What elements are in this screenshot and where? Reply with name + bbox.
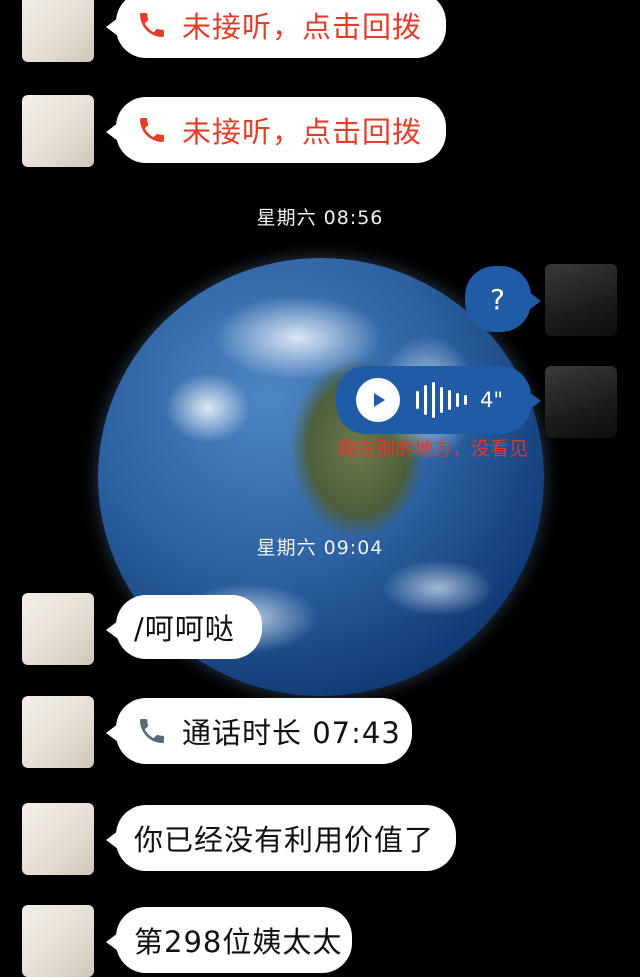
call-record-bubble[interactable]: 通话时长 07:43 (106, 698, 412, 764)
timestamp: 星期六 08:56 (256, 207, 384, 229)
phone-icon (136, 9, 168, 41)
contact-avatar[interactable] (22, 803, 94, 875)
contact-avatar[interactable] (22, 905, 94, 977)
missed-call-bubble[interactable]: 未接听，点击回拨 (106, 97, 446, 163)
question-text: ? (490, 282, 506, 316)
text-bubble[interactable]: /呵呵哒 (106, 595, 262, 659)
play-icon[interactable] (356, 378, 400, 422)
missed-call-text: 未接听，点击回拨 (182, 10, 423, 44)
message-text: 第298位姨太太 (134, 925, 343, 959)
voice-duration: 4" (480, 388, 504, 412)
waveform-icon (416, 382, 472, 418)
text-bubble[interactable]: 第298位姨太太 (106, 907, 352, 973)
message-text: /呵呵哒 (134, 612, 235, 646)
voice-message-bubble[interactable]: 4" (336, 366, 541, 434)
text-bubble[interactable]: 你已经没有利用价值了 (106, 805, 456, 871)
contact-avatar[interactable] (22, 95, 94, 167)
contact-avatar[interactable] (22, 0, 94, 62)
phone-icon (136, 114, 168, 146)
contact-avatar[interactable] (22, 593, 94, 665)
timestamp: 星期六 09:04 (256, 537, 384, 559)
my-avatar[interactable] (545, 264, 617, 336)
message-text: 你已经没有利用价值了 (134, 823, 435, 857)
voice-transcript: 刚在别的地方，没看见 (338, 438, 529, 460)
my-avatar[interactable] (545, 366, 617, 438)
phone-icon (136, 715, 168, 747)
call-duration-text: 通话时长 07:43 (182, 716, 401, 750)
missed-call-text: 未接听，点击回拨 (182, 115, 423, 149)
contact-avatar[interactable] (22, 696, 94, 768)
question-bubble[interactable]: ? (465, 266, 541, 332)
missed-call-bubble[interactable]: 未接听，点击回拨 (106, 0, 446, 58)
